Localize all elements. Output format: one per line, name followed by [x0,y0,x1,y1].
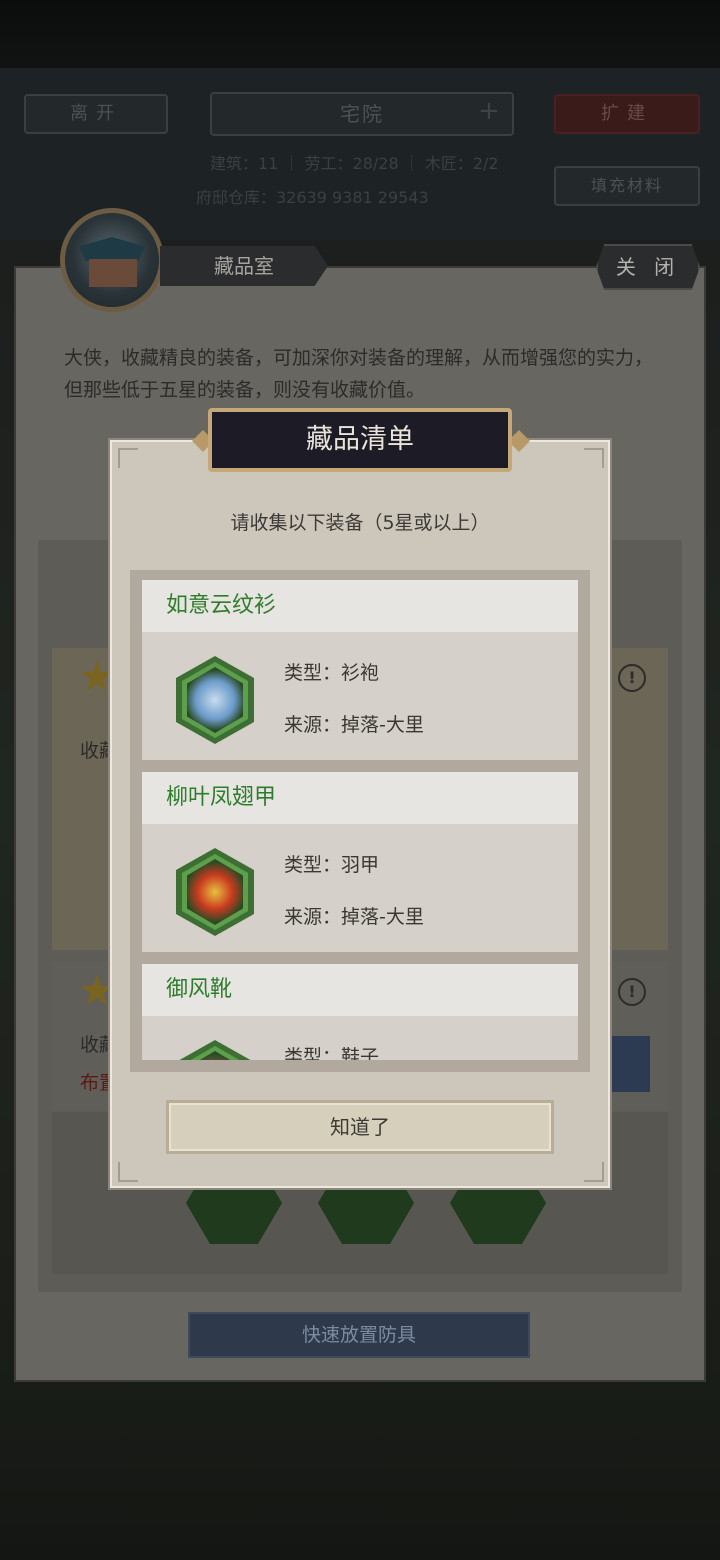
item-list[interactable]: 如意云纹衫 类型：衫袍 来源：掉落-大里 柳叶凤翅甲 类型：羽甲 来源：掉落-大… [142,580,578,1060]
stats-line-1: 建筑：11 ｜ 劳工：28/28 ｜ 木匠：2/2 [210,154,499,173]
item-source: 来源：掉落-大里 [284,714,424,736]
item-type: 类型：衫袍 [284,662,380,684]
armor-icon [176,848,254,936]
fill-materials-button[interactable]: 填充材料 [554,166,700,206]
modal-subtitle: 请收集以下装备（5星或以上） [230,512,490,534]
item-name: 御风靴 [142,964,578,1016]
item-source: 来源：掉落-大里 [284,906,424,928]
leave-button[interactable]: 离开 [24,94,168,134]
list-item: 柳叶凤翅甲 类型：羽甲 来源：掉落-大里 [142,772,578,952]
item-type: 类型：鞋子 [284,1046,380,1060]
info-icon[interactable]: ! [618,978,646,1006]
corner-ornament [118,1162,138,1182]
list-item: 如意云纹衫 类型：衫袍 来源：掉落-大里 [142,580,578,760]
corner-ornament [584,1162,604,1182]
panel-title: 藏品室 [160,246,328,286]
confirm-button[interactable]: 知道了 [166,1100,554,1154]
info-icon[interactable]: ! [618,664,646,692]
side-button[interactable] [604,1036,650,1092]
expand-button[interactable]: 扩建 [554,94,700,134]
close-button[interactable]: 关 闭 [596,244,700,290]
robe-icon [176,656,254,744]
modal-title: 藏品清单 [208,408,512,472]
list-item: 御风靴 类型：鞋子 [142,964,578,1060]
stats-line-2: 府邸仓库：32639 9381 29543 [196,188,429,207]
item-type: 类型：羽甲 [284,854,380,876]
item-name: 如意云纹衫 [142,580,578,632]
panel-description: 大侠，收藏精良的装备，可加深你对装备的理解，从而增强您的实力，但那些低于五星的装… [64,347,654,401]
plus-icon[interactable]: + [478,96,500,126]
location-title: 宅院 [210,92,514,136]
building-avatar [60,208,164,312]
corner-ornament [118,448,138,468]
item-name: 柳叶凤翅甲 [142,772,578,824]
quick-place-button[interactable]: 快速放置防具 [188,1312,530,1358]
boots-icon [176,1040,254,1060]
corner-ornament [584,448,604,468]
